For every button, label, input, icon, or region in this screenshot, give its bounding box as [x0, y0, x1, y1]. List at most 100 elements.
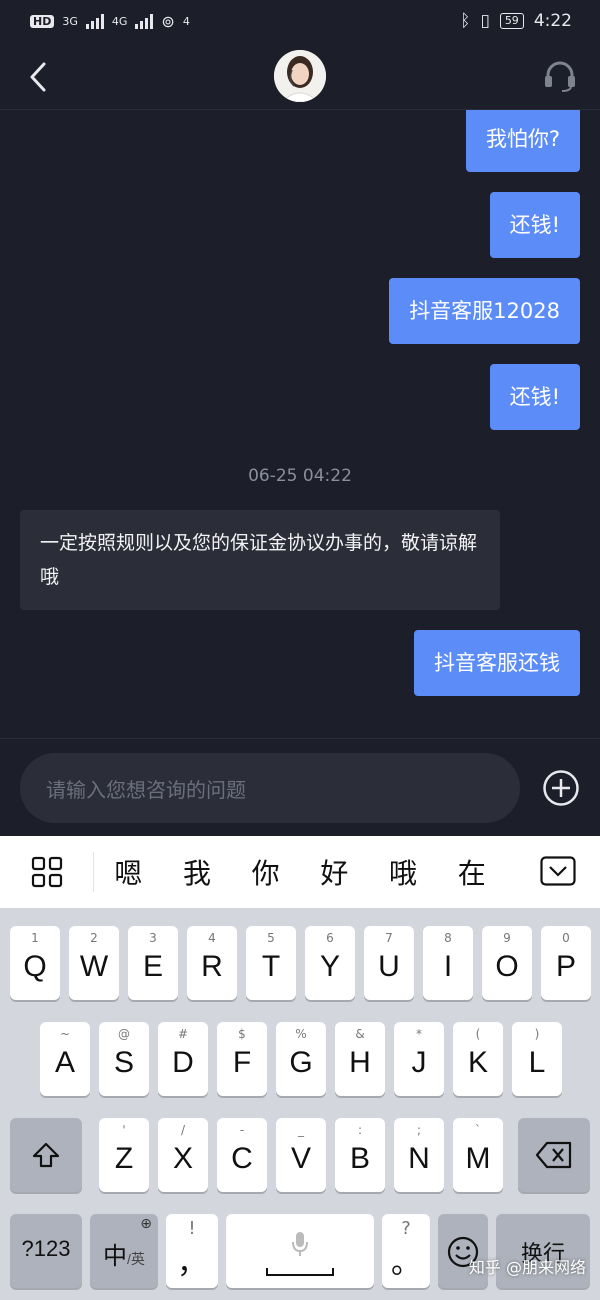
key-label: V [290, 1142, 311, 1175]
letter-key[interactable]: 2W [69, 926, 119, 1000]
microphone-icon [292, 1232, 308, 1256]
key-label: D [172, 1046, 194, 1079]
letter-key[interactable]: / X [158, 1118, 208, 1192]
avatar[interactable] [274, 50, 326, 102]
key-sub-label: $ [238, 1027, 246, 1041]
message-bubble[interactable]: 还钱! [489, 192, 580, 258]
key-label: K [467, 1046, 488, 1079]
letter-key[interactable]: _ V [276, 1118, 326, 1192]
letter-key[interactable]: & H [335, 1022, 385, 1096]
key-label: U [378, 950, 400, 983]
letter-key[interactable]: # D [158, 1022, 208, 1096]
period-key[interactable]: ? 。 [382, 1214, 430, 1288]
letter-key[interactable]: :B [335, 1118, 385, 1192]
letter-key[interactable]: 4R [187, 926, 237, 1000]
plus-circle-icon[interactable] [542, 769, 580, 807]
letter-key[interactable]: 1Q [10, 926, 60, 1000]
key-sub-label: - [239, 1123, 245, 1137]
key-sub-label: _ [298, 1123, 304, 1137]
candidate-word[interactable]: 我 [163, 852, 232, 892]
key-sub-label: 3 [149, 931, 157, 945]
candidate-word[interactable]: 哦 [369, 852, 438, 892]
headset-icon[interactable] [542, 58, 578, 94]
letter-key[interactable]: 6Y [305, 926, 355, 1000]
candidate-word[interactable]: 嗯 [94, 852, 163, 892]
letter-key[interactable]: % G [276, 1022, 326, 1096]
lang-secondary: /英 [127, 1251, 145, 1267]
candidate-word[interactable]: 在 [437, 852, 506, 892]
language-key[interactable]: ⊕ 中/英 [90, 1214, 158, 1288]
letter-key[interactable]: 0P [541, 926, 591, 1000]
chat-header [0, 42, 600, 110]
letter-key[interactable]: 8I [423, 926, 473, 1000]
message-text: 还钱! [509, 385, 560, 409]
key-sub-label: ) [534, 1027, 540, 1041]
shift-icon [32, 1142, 60, 1168]
candidate-word[interactable]: 好 [300, 852, 369, 892]
key-sub-label: 9 [503, 931, 511, 945]
key-sub-label: 7 [385, 931, 393, 945]
symbols-key[interactable]: ?123 [10, 1214, 82, 1288]
clock: 4:22 [533, 11, 572, 31]
message-bubble[interactable]: 抖音客服还钱 [414, 630, 580, 696]
signal-icon [85, 13, 104, 29]
key-label: N [408, 1142, 430, 1175]
timestamp: 06-25 04:22 [248, 466, 352, 486]
comma-key[interactable]: ! ， [166, 1214, 218, 1288]
letter-key[interactable]: -C [217, 1118, 267, 1192]
key-label: Y [319, 950, 340, 983]
input-placeholder: 请输入您想咨询的问题 [46, 777, 246, 802]
battery-icon: 59 [499, 13, 524, 29]
letter-key[interactable]: 5T [246, 926, 296, 1000]
key-sub-label: * [416, 1027, 422, 1041]
vibrate-icon: ▯ [480, 11, 490, 31]
grid-menu-icon[interactable] [0, 852, 94, 892]
chevron-left-icon[interactable] [26, 60, 52, 94]
letter-key[interactable]: * J [394, 1022, 444, 1096]
message-bubble-received[interactable]: 一定按照规则以及您的保证金协议办事的，敬请谅解哦 [20, 510, 500, 610]
letter-key[interactable]: ~ A [40, 1022, 90, 1096]
lang-primary: 中 [103, 1243, 128, 1270]
key-sub-label: ? [401, 1218, 411, 1239]
message-text: 还钱! [509, 213, 560, 237]
letter-key[interactable]: ` M [453, 1118, 503, 1192]
message-bubble[interactable]: 抖音客服12028 [389, 278, 580, 344]
key-sub-label: ; [416, 1123, 422, 1137]
space-key[interactable] [226, 1214, 374, 1288]
key-label: F [232, 1046, 252, 1079]
letter-key[interactable]: ) L [512, 1022, 562, 1096]
message-bubble[interactable]: 我怕你? [465, 110, 580, 172]
letter-key[interactable]: 7U [364, 926, 414, 1000]
key-label: Q [23, 950, 47, 983]
shift-key[interactable] [10, 1118, 82, 1192]
network-3g-label: 3G [62, 14, 78, 28]
key-label: M [465, 1142, 491, 1175]
key-label: R [201, 950, 223, 983]
letter-key[interactable]: (K [453, 1022, 503, 1096]
message-bubble[interactable]: 还钱! [489, 364, 580, 430]
letter-key[interactable]: 9O [482, 926, 532, 1000]
message-input[interactable]: 请输入您想咨询的问题 [20, 753, 520, 823]
key-sub-label: 2 [90, 931, 98, 945]
key-sub-label: / [180, 1123, 186, 1137]
key-label: 中/英 [90, 1236, 158, 1271]
candidate-list: 嗯 我 你 好 哦 在 [94, 852, 506, 892]
letter-key[interactable]: 3E [128, 926, 178, 1000]
letter-key[interactable]: ; N [394, 1118, 444, 1192]
space-bar-mark [266, 1268, 334, 1276]
key-sub-label: ' [122, 1123, 126, 1137]
backspace-key[interactable] [518, 1118, 590, 1192]
key-label: P [555, 950, 576, 983]
letter-key[interactable]: ' Z [99, 1118, 149, 1192]
key-label: Z [114, 1142, 134, 1175]
message-text: 我怕你? [485, 127, 560, 151]
hd-badge: HD [30, 14, 55, 28]
ime-candidate-bar: 嗯 我 你 好 哦 在 [0, 836, 600, 908]
candidate-word[interactable]: 你 [231, 852, 300, 892]
letter-key[interactable]: $ F [217, 1022, 267, 1096]
letter-key[interactable]: @ S [99, 1022, 149, 1096]
keyboard-collapse-icon[interactable] [540, 856, 576, 886]
message-list[interactable]: 我怕你? 还钱! 抖音客服12028 还钱! 06-25 04:22 一定按照规… [0, 110, 600, 738]
key-label: I [443, 950, 453, 983]
key-sub-label: 6 [326, 931, 334, 945]
